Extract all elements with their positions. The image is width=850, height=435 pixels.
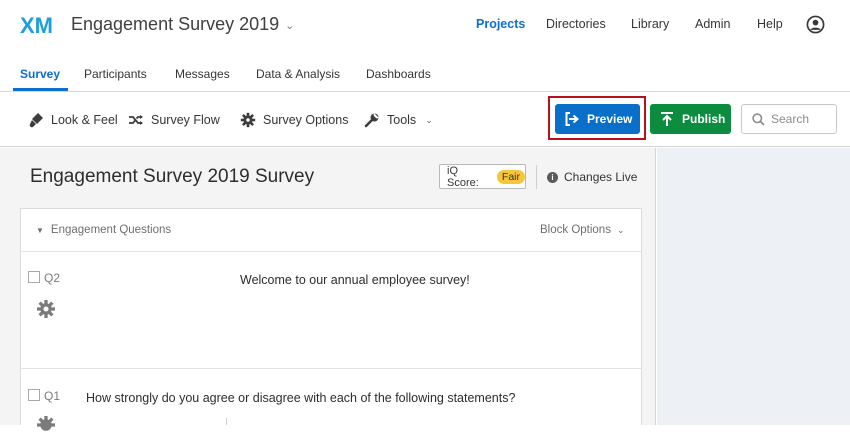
block-header-divider bbox=[21, 251, 641, 252]
nav-admin[interactable]: Admin bbox=[695, 17, 730, 31]
look-feel-label: Look & Feel bbox=[51, 113, 118, 127]
tools-dropdown[interactable]: Tools ⌄ bbox=[364, 112, 433, 128]
block-options-dropdown[interactable]: Block Options ⌄ bbox=[540, 224, 625, 236]
survey-flow-label: Survey Flow bbox=[151, 113, 220, 127]
preview-label: Preview bbox=[587, 112, 633, 126]
gear-icon bbox=[240, 112, 256, 128]
changes-live-label: Changes Live bbox=[564, 170, 638, 184]
iq-score-label: iQ Score: bbox=[447, 164, 479, 189]
nav-library[interactable]: Library bbox=[631, 17, 669, 31]
preview-button[interactable]: Preview bbox=[555, 104, 640, 134]
question-text[interactable]: Welcome to our annual employee survey! bbox=[240, 273, 470, 287]
survey-flow-icon bbox=[129, 115, 143, 125]
question-number: Q1 bbox=[44, 389, 61, 403]
tab-survey[interactable]: Survey bbox=[20, 67, 60, 81]
search-box[interactable] bbox=[741, 104, 837, 134]
tools-label: Tools bbox=[387, 113, 417, 127]
editor-title: Engagement Survey 2019 Survey bbox=[30, 166, 315, 187]
paint-brush-icon bbox=[29, 113, 43, 128]
active-tab-indicator bbox=[13, 88, 68, 91]
publish-label: Publish bbox=[682, 112, 726, 126]
block-name: Engagement Questions bbox=[50, 224, 172, 236]
toolbar-divider bbox=[536, 165, 537, 189]
nav-help[interactable]: Help bbox=[757, 17, 783, 31]
survey-flow-button[interactable]: Survey Flow bbox=[128, 112, 220, 128]
survey-options-button[interactable]: Survey Options bbox=[240, 112, 348, 128]
publish-upload-icon bbox=[661, 112, 673, 126]
tab-data-analysis[interactable]: Data & Analysis bbox=[256, 67, 340, 81]
question-divider bbox=[21, 368, 641, 369]
iq-score-button[interactable]: iQ Score: Fair bbox=[439, 164, 526, 189]
look-feel-button[interactable]: Look & Feel bbox=[28, 112, 118, 128]
svg-text:XM: XM bbox=[20, 13, 53, 38]
top-header: XM Engagement Survey 2019 ⌄ Projects Dir… bbox=[0, 0, 850, 50]
question-number: Q2 bbox=[44, 271, 61, 285]
xm-logo[interactable]: XM bbox=[20, 12, 56, 38]
tab-dashboards[interactable]: Dashboards bbox=[366, 67, 431, 81]
survey-subnav: Survey Participants Messages Data & Anal… bbox=[0, 50, 850, 92]
survey-title-dropdown[interactable]: Engagement Survey 2019 ⌄ bbox=[71, 14, 294, 35]
gear-icon[interactable] bbox=[36, 415, 56, 435]
user-account-icon[interactable] bbox=[806, 15, 825, 34]
question-select-checkbox[interactable] bbox=[28, 389, 40, 401]
wrench-icon bbox=[364, 113, 379, 128]
search-input[interactable] bbox=[771, 112, 831, 126]
tab-participants[interactable]: Participants bbox=[84, 67, 147, 81]
preview-arrow-icon bbox=[565, 112, 579, 126]
question-select-checkbox[interactable] bbox=[28, 271, 40, 283]
info-icon: i bbox=[547, 171, 558, 183]
survey-title: Engagement Survey 2019 bbox=[71, 14, 280, 34]
tab-messages[interactable]: Messages bbox=[175, 67, 230, 81]
survey-options-label: Survey Options bbox=[263, 113, 349, 127]
right-side-pane bbox=[657, 148, 850, 425]
chevron-down-icon: ⌄ bbox=[285, 20, 295, 32]
search-icon bbox=[752, 112, 765, 126]
nav-directories[interactable]: Directories bbox=[546, 17, 606, 31]
iq-score-badge: Fair bbox=[496, 169, 525, 184]
publish-button[interactable]: Publish bbox=[650, 104, 731, 134]
nav-projects[interactable]: Projects bbox=[476, 17, 525, 31]
chevron-down-icon: ⌄ bbox=[425, 114, 433, 125]
block-collapse-toggle[interactable]: ▼ Engagement Questions bbox=[36, 224, 171, 236]
caret-down-icon: ▼ bbox=[36, 225, 44, 235]
block-options-label: Block Options bbox=[540, 224, 611, 236]
changes-live-status[interactable]: i Changes Live bbox=[547, 170, 637, 184]
matrix-column-divider bbox=[226, 418, 227, 425]
chevron-down-icon: ⌄ bbox=[616, 224, 625, 235]
question-text[interactable]: How strongly do you agree or disagree wi… bbox=[86, 391, 515, 405]
gear-icon[interactable] bbox=[36, 299, 56, 319]
